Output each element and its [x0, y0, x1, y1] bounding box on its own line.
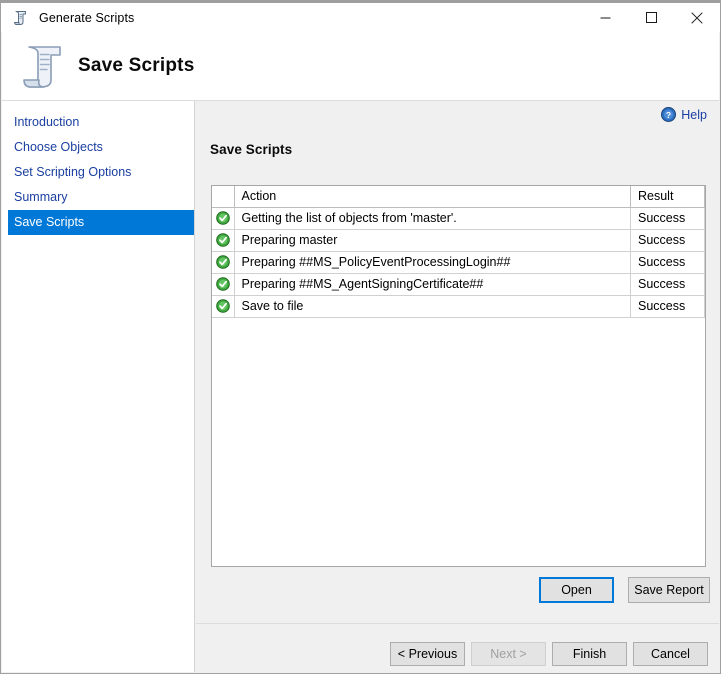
column-header-status[interactable]: [212, 186, 234, 207]
previous-button[interactable]: < Previous: [390, 642, 465, 666]
table-header-row: Action Result: [212, 186, 705, 207]
table-row[interactable]: Preparing masterSuccess: [212, 229, 705, 251]
success-check-icon: [216, 233, 230, 247]
page-title: Save Scripts: [78, 55, 194, 77]
sidebar-item-summary[interactable]: Summary: [2, 185, 194, 210]
row-action: Preparing ##MS_PolicyEventProcessingLogi…: [234, 251, 631, 273]
row-status-icon: [212, 229, 234, 251]
row-status-icon: [212, 273, 234, 295]
row-status-icon: [212, 207, 234, 229]
row-result: Success: [631, 229, 705, 251]
results-table: Action Result Getting the list of object…: [212, 186, 705, 318]
row-result: Success: [631, 273, 705, 295]
column-header-action[interactable]: Action: [234, 186, 631, 207]
help-link[interactable]: ? Help: [661, 107, 707, 122]
minimize-icon[interactable]: [582, 3, 628, 32]
results-table-container[interactable]: Action Result Getting the list of object…: [211, 185, 706, 567]
close-icon[interactable]: [674, 3, 720, 32]
results-table-body: Getting the list of objects from 'master…: [212, 207, 705, 317]
content-pane: ? Help Save Scripts Action Result Gettin…: [196, 101, 719, 672]
table-row[interactable]: Getting the list of objects from 'master…: [212, 207, 705, 229]
results-table-head: Action Result: [212, 186, 705, 207]
column-header-result[interactable]: Result: [631, 186, 705, 207]
row-action: Preparing master: [234, 229, 631, 251]
open-button[interactable]: Open: [539, 577, 614, 603]
window-controls: [582, 3, 720, 32]
window-title: Generate Scripts: [39, 11, 134, 25]
row-action: Save to file: [234, 295, 631, 317]
table-row[interactable]: Preparing ##MS_PolicyEventProcessingLogi…: [212, 251, 705, 273]
script-scroll-icon: [12, 9, 30, 27]
row-status-icon: [212, 295, 234, 317]
wizard-step-nav: Introduction Choose Objects Set Scriptin…: [2, 101, 195, 672]
row-action: Getting the list of objects from 'master…: [234, 207, 631, 229]
success-check-icon: [216, 255, 230, 269]
generate-scripts-window: Generate Scripts Save Scripts Introducti…: [0, 0, 721, 674]
sidebar-item-introduction[interactable]: Introduction: [2, 110, 194, 135]
row-status-icon: [212, 251, 234, 273]
maximize-icon[interactable]: [628, 3, 674, 32]
sidebar-item-save-scripts[interactable]: Save Scripts: [8, 210, 194, 235]
success-check-icon: [216, 299, 230, 313]
success-check-icon: [216, 277, 230, 291]
help-label: Help: [681, 108, 707, 122]
success-check-icon: [216, 211, 230, 225]
help-circle-icon: ?: [661, 107, 676, 122]
table-row[interactable]: Save to fileSuccess: [212, 295, 705, 317]
title-bar: Generate Scripts: [1, 3, 720, 32]
table-row[interactable]: Preparing ##MS_AgentSigningCertificate##…: [212, 273, 705, 295]
sidebar-item-choose-objects[interactable]: Choose Objects: [2, 135, 194, 160]
next-button: Next >: [471, 642, 546, 666]
wizard-footer: < Previous Next > Finish Cancel: [196, 624, 719, 672]
row-result: Success: [631, 207, 705, 229]
script-scroll-icon: [16, 38, 72, 94]
sidebar-item-set-scripting-options[interactable]: Set Scripting Options: [2, 160, 194, 185]
content-heading: Save Scripts: [210, 142, 292, 157]
save-report-button[interactable]: Save Report: [628, 577, 710, 603]
row-action: Preparing ##MS_AgentSigningCertificate##: [234, 273, 631, 295]
row-result: Success: [631, 251, 705, 273]
wizard-header: Save Scripts: [2, 32, 719, 101]
row-result: Success: [631, 295, 705, 317]
svg-text:?: ?: [666, 110, 671, 120]
finish-button[interactable]: Finish: [552, 642, 627, 666]
cancel-button[interactable]: Cancel: [633, 642, 708, 666]
